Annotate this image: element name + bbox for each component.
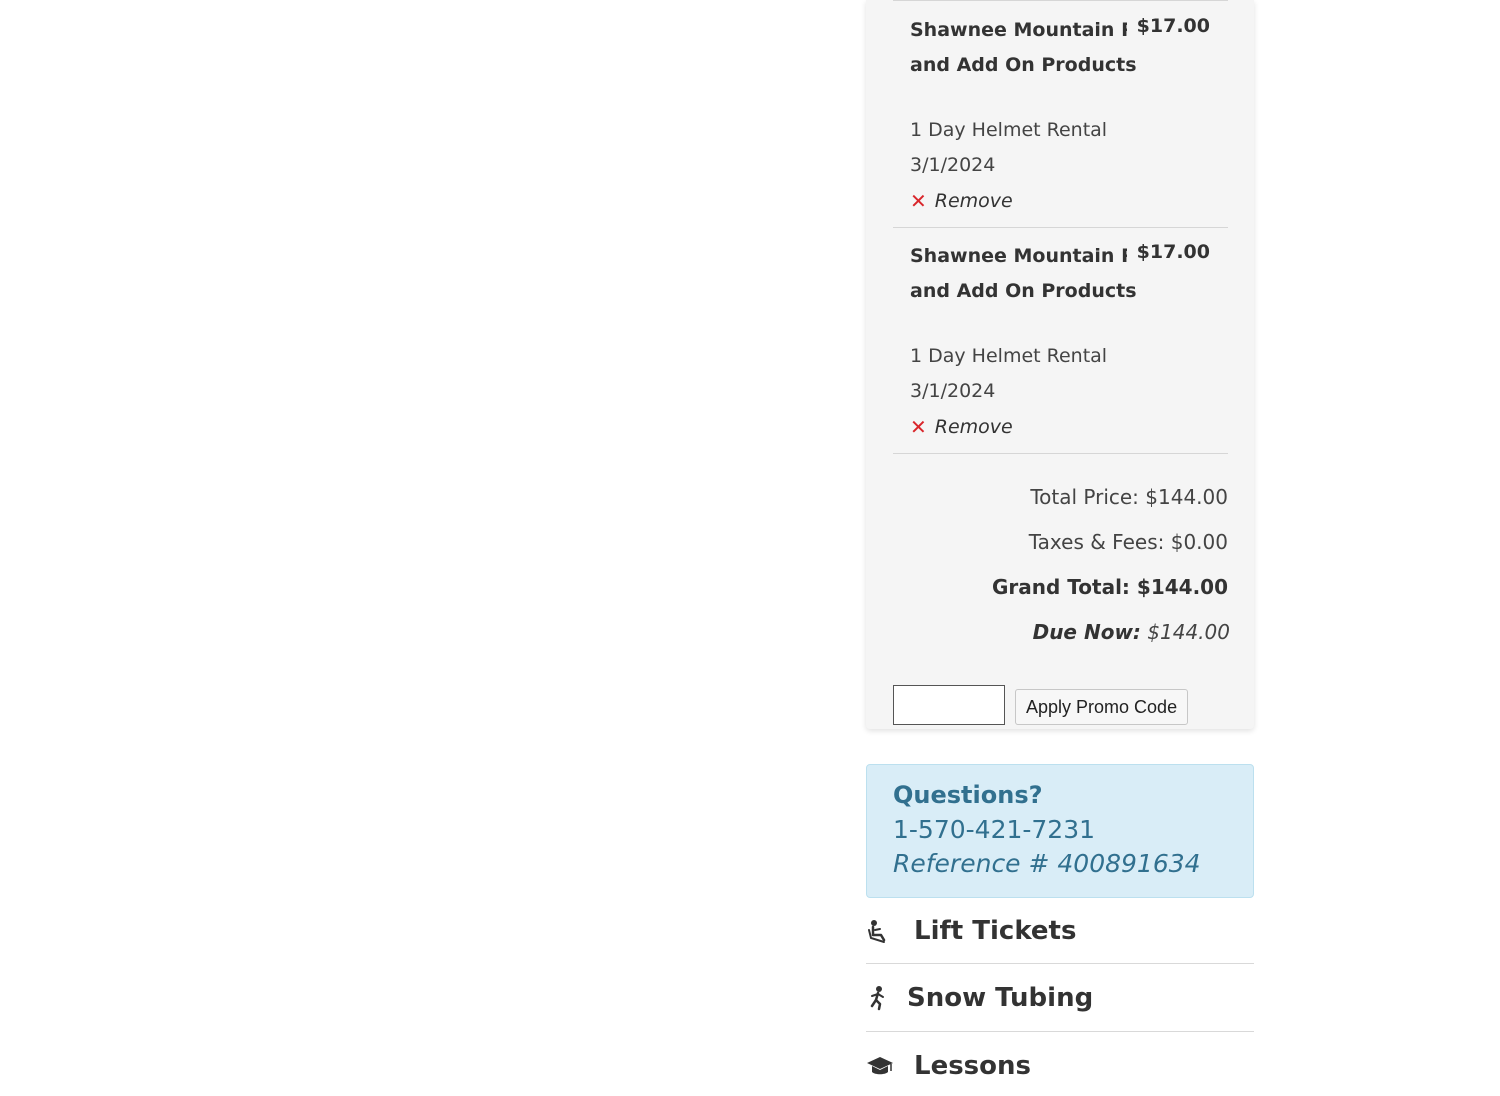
total-price: Total Price: $144.00: [1030, 485, 1228, 509]
due-now-value: $144.00: [1147, 620, 1230, 644]
taxes-label: Taxes & Fees:: [1028, 530, 1165, 554]
grand-total-value: $144.00: [1136, 575, 1228, 599]
divider: [893, 453, 1228, 454]
nav-item-lift-tickets[interactable]: Lift Tickets: [866, 914, 1254, 948]
promo-code-input[interactable]: [893, 685, 1005, 725]
apply-promo-button[interactable]: Apply Promo Code: [1015, 689, 1189, 725]
item-description: 1 Day Helmet Rental: [910, 119, 1108, 141]
reference-number: Reference # 400891634: [893, 849, 1201, 878]
divider: [866, 963, 1254, 964]
due-now: Due Now: $144.00: [1033, 620, 1230, 644]
page: Shawnee Mountain Rentals and Add On Prod…: [0, 0, 1500, 1096]
taxes-value: $0.00: [1170, 530, 1228, 554]
nav-label: Lessons: [914, 1051, 1031, 1081]
total-price-value: $144.00: [1145, 485, 1228, 509]
cart-panel: Shawnee Mountain Rentals and Add On Prod…: [866, 0, 1254, 729]
nav-label: Snow Tubing: [907, 983, 1094, 1013]
remove-link[interactable]: ✕ Remove: [910, 415, 1013, 439]
item-date: 3/1/2024: [910, 380, 996, 402]
item-description: 1 Day Helmet Rental: [910, 345, 1108, 367]
questions-title: Questions?: [893, 781, 1043, 809]
nav-label: Lift Tickets: [914, 916, 1077, 946]
divider: [893, 0, 1228, 1]
remove-link[interactable]: ✕ Remove: [910, 189, 1013, 213]
divider: [866, 1031, 1254, 1032]
total-price-label: Total Price:: [1030, 485, 1139, 509]
questions-box: Questions? 1-570-421-7231 Reference # 40…: [866, 764, 1254, 898]
graduation-cap-icon: [866, 1053, 893, 1079]
nav-item-snow-tubing[interactable]: Snow Tubing: [866, 981, 1254, 1015]
close-icon: ✕: [910, 189, 927, 213]
nav-item-lessons[interactable]: Lessons: [866, 1049, 1254, 1083]
phone-number[interactable]: 1-570-421-7231: [893, 815, 1095, 844]
due-now-label: Due Now:: [1032, 620, 1141, 644]
snow-tubing-icon: [866, 985, 892, 1011]
item-date: 3/1/2024: [910, 154, 996, 176]
item-price: $17.00: [1126, 13, 1210, 40]
item-price: $17.00: [1126, 239, 1210, 266]
remove-label: Remove: [934, 190, 1013, 212]
close-icon: ✕: [910, 415, 927, 439]
remove-label: Remove: [934, 416, 1013, 438]
divider: [893, 227, 1228, 228]
taxes-fees: Taxes & Fees: $0.00: [1029, 530, 1228, 554]
grand-total: Grand Total: $144.00: [992, 575, 1228, 599]
ski-lift-icon: [866, 918, 892, 944]
grand-total-label: Grand Total:: [992, 575, 1130, 599]
